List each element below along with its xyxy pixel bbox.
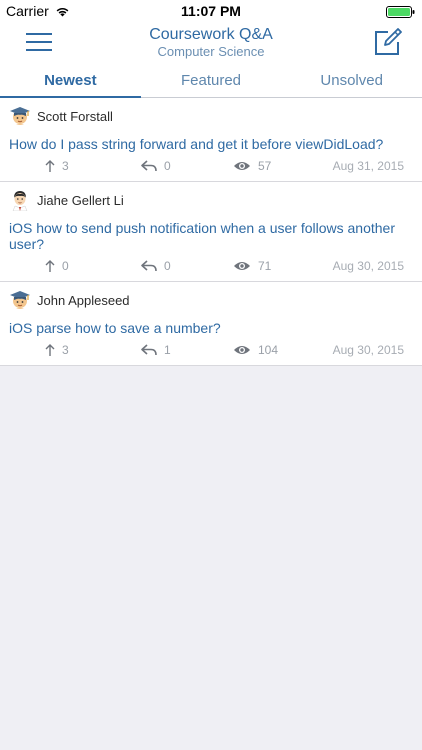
- arrow-up-icon: [45, 160, 55, 172]
- eye-icon: [234, 346, 250, 354]
- question-title[interactable]: iOS parse how to save a number?: [9, 320, 413, 336]
- question-date: Aug 30, 2015: [332, 259, 404, 273]
- reply-icon: [141, 160, 157, 172]
- upvote-stat[interactable]: 3: [45, 159, 69, 173]
- view-stat: 71: [233, 259, 271, 273]
- eye-icon: [234, 162, 250, 170]
- eye-icon: [234, 262, 250, 270]
- upvote-count: 3: [62, 159, 69, 173]
- author-name[interactable]: John Appleseed: [37, 293, 130, 308]
- battery-icon: [386, 5, 416, 18]
- view-stat: 57: [233, 159, 271, 173]
- author-name[interactable]: Scott Forstall: [37, 109, 113, 124]
- reply-count: 0: [164, 159, 171, 173]
- question-header: Jiahe Gellert Li: [9, 188, 413, 212]
- reply-count: 1: [164, 343, 171, 357]
- upvote-stat[interactable]: 3: [45, 343, 69, 357]
- question-header: Scott Forstall: [9, 104, 413, 128]
- tab-unsolved[interactable]: Unsolved: [281, 66, 422, 97]
- upvote-stat[interactable]: 0: [45, 259, 69, 273]
- question-stats: 0 0 71 Aug 30, 2015: [9, 255, 413, 277]
- reply-stat[interactable]: 1: [141, 343, 171, 357]
- question-date: Aug 30, 2015: [332, 343, 404, 357]
- arrow-up-icon: [45, 260, 55, 272]
- graduate-avatar-icon: [9, 105, 31, 127]
- reply-icon: [141, 260, 157, 272]
- question-stats: 3 1 104 Aug 30, 2015: [9, 339, 413, 361]
- reply-count: 0: [164, 259, 171, 273]
- page-title: Coursework Q&A: [149, 26, 273, 43]
- upvote-count: 3: [62, 343, 69, 357]
- graduate-avatar-icon: [9, 289, 31, 311]
- question-header: John Appleseed: [9, 288, 413, 312]
- compose-icon: [375, 28, 402, 55]
- question-item[interactable]: Jiahe Gellert Li iOS how to send push no…: [0, 182, 422, 282]
- question-stats: 3 0 57 Aug 31, 2015: [9, 155, 413, 177]
- compose-button[interactable]: [374, 28, 402, 56]
- tab-featured[interactable]: Featured: [141, 66, 282, 97]
- upvote-count: 0: [62, 259, 69, 273]
- status-time: 11:07 PM: [181, 3, 241, 19]
- question-item[interactable]: Scott Forstall How do I pass string forw…: [0, 98, 422, 182]
- author-name[interactable]: Jiahe Gellert Li: [37, 193, 124, 208]
- reply-stat[interactable]: 0: [141, 159, 171, 173]
- reply-stat[interactable]: 0: [141, 259, 171, 273]
- page-subtitle: Computer Science: [157, 44, 265, 59]
- nav-bar: Coursework Q&A Computer Science: [0, 22, 422, 66]
- segmented-tabs: Newest Featured Unsolved: [0, 66, 422, 98]
- question-item[interactable]: John Appleseed iOS parse how to save a n…: [0, 282, 422, 366]
- view-count: 71: [258, 259, 272, 273]
- view-count: 57: [258, 159, 272, 173]
- tab-newest[interactable]: Newest: [0, 66, 141, 98]
- arrow-up-icon: [45, 344, 55, 356]
- professor-avatar-icon: [9, 189, 31, 212]
- question-title[interactable]: iOS how to send push notification when a…: [9, 220, 413, 252]
- question-title[interactable]: How do I pass string forward and get it …: [9, 136, 413, 152]
- reply-icon: [141, 344, 157, 356]
- view-count: 104: [258, 343, 279, 357]
- view-stat: 104: [233, 343, 278, 357]
- question-date: Aug 31, 2015: [332, 159, 404, 173]
- status-bar: Carrier 11:07 PM: [0, 0, 422, 22]
- question-list: Scott Forstall How do I pass string forw…: [0, 98, 422, 366]
